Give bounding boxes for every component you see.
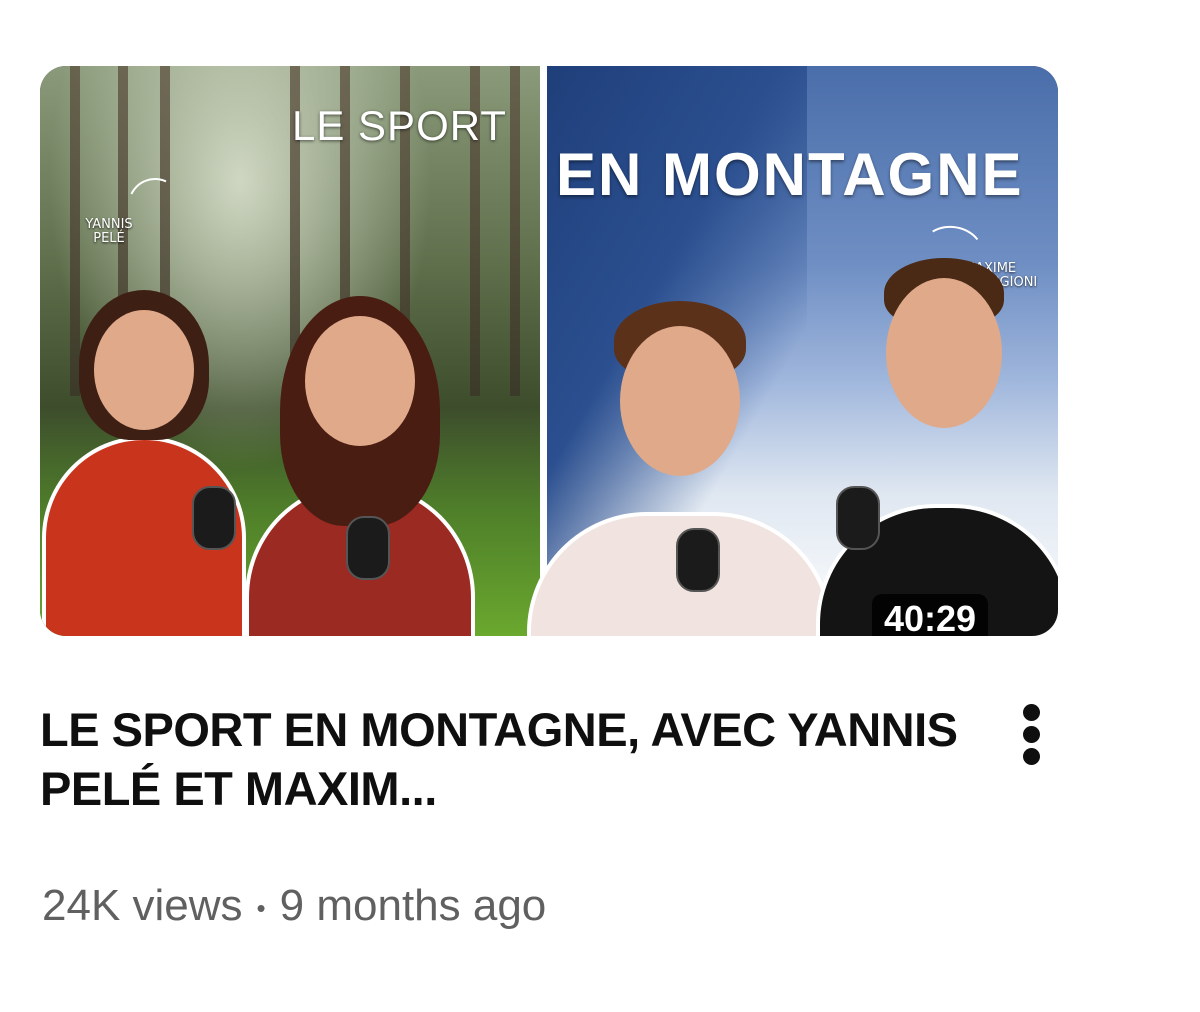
thumbnail-text-left: LE SPORT bbox=[292, 102, 507, 149]
video-title[interactable]: LE SPORT EN MONTAGNE, AVEC YANNIS PELÉ E… bbox=[40, 700, 980, 818]
microphone-icon bbox=[836, 486, 880, 550]
microphone-icon bbox=[192, 486, 236, 550]
view-count: 24K views bbox=[42, 881, 243, 930]
thumbnail-text-right: EN MONTAGNE bbox=[556, 141, 1024, 208]
name-tag-left: YANNIS PELÉ bbox=[85, 217, 133, 246]
video-card[interactable]: LE SPORT EN MONTAGNE YANNIS PELÉ MAXIME … bbox=[0, 0, 1200, 1012]
video-metadata: 24K views • 9 months ago bbox=[42, 878, 546, 936]
microphone-icon bbox=[346, 516, 390, 580]
video-thumbnail[interactable]: LE SPORT EN MONTAGNE YANNIS PELÉ MAXIME … bbox=[40, 66, 1058, 636]
upload-age: 9 months ago bbox=[279, 881, 547, 930]
meta-separator: • bbox=[256, 893, 266, 924]
more-options-button[interactable] bbox=[1010, 700, 1054, 770]
microphone-icon bbox=[676, 528, 720, 592]
duration-badge: 40:29 bbox=[872, 594, 989, 636]
thumbnail-divider bbox=[540, 66, 547, 636]
